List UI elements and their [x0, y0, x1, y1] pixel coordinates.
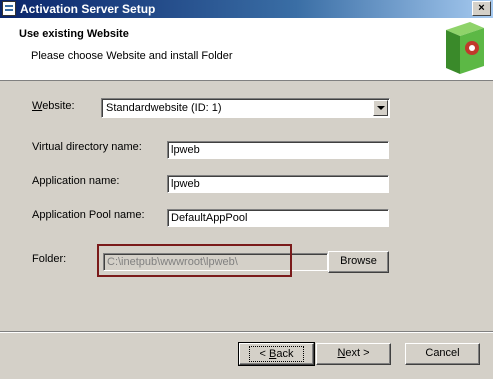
cancel-button[interactable]: Cancel [405, 343, 480, 365]
chevron-down-icon[interactable] [373, 100, 388, 116]
app-name-input[interactable]: lpweb [167, 175, 389, 193]
back-button-label: < Back [248, 346, 305, 362]
browse-button[interactable]: Browse [328, 251, 389, 273]
software-box-icon [446, 22, 484, 74]
app-pool-input[interactable]: DefaultAppPool [167, 209, 389, 227]
website-select[interactable]: Standardwebsite (ID: 1) [101, 98, 390, 118]
app-pool-label: Application Pool name: [32, 209, 145, 221]
back-button[interactable]: < Back [238, 342, 315, 366]
close-button[interactable]: × [472, 1, 491, 16]
website-select-value: Standardwebsite (ID: 1) [106, 102, 222, 114]
page-subtitle: Please choose Website and install Folder [31, 50, 233, 62]
cancel-button-label: Cancel [425, 347, 460, 359]
website-label: Website: [32, 100, 75, 112]
window-title: Activation Server Setup [20, 2, 156, 16]
folder-label: Folder: [32, 253, 67, 265]
close-icon: × [478, 2, 485, 14]
next-button-label: Next > [337, 347, 370, 359]
title-bar: Activation Server Setup × [0, 0, 493, 18]
separator [0, 331, 493, 333]
page-title: Use existing Website [19, 28, 129, 40]
folder-highlight-box [97, 244, 292, 277]
wizard-header: Use existing Website Please choose Websi… [0, 18, 493, 81]
vdir-label: Virtual directory name: [32, 141, 142, 153]
next-button[interactable]: Next > [316, 343, 391, 365]
browse-button-label: Browse [340, 255, 377, 267]
app-name-label: Application name: [32, 175, 120, 187]
setup-app-icon [2, 1, 16, 16]
vdir-input[interactable]: lpweb [167, 141, 389, 159]
